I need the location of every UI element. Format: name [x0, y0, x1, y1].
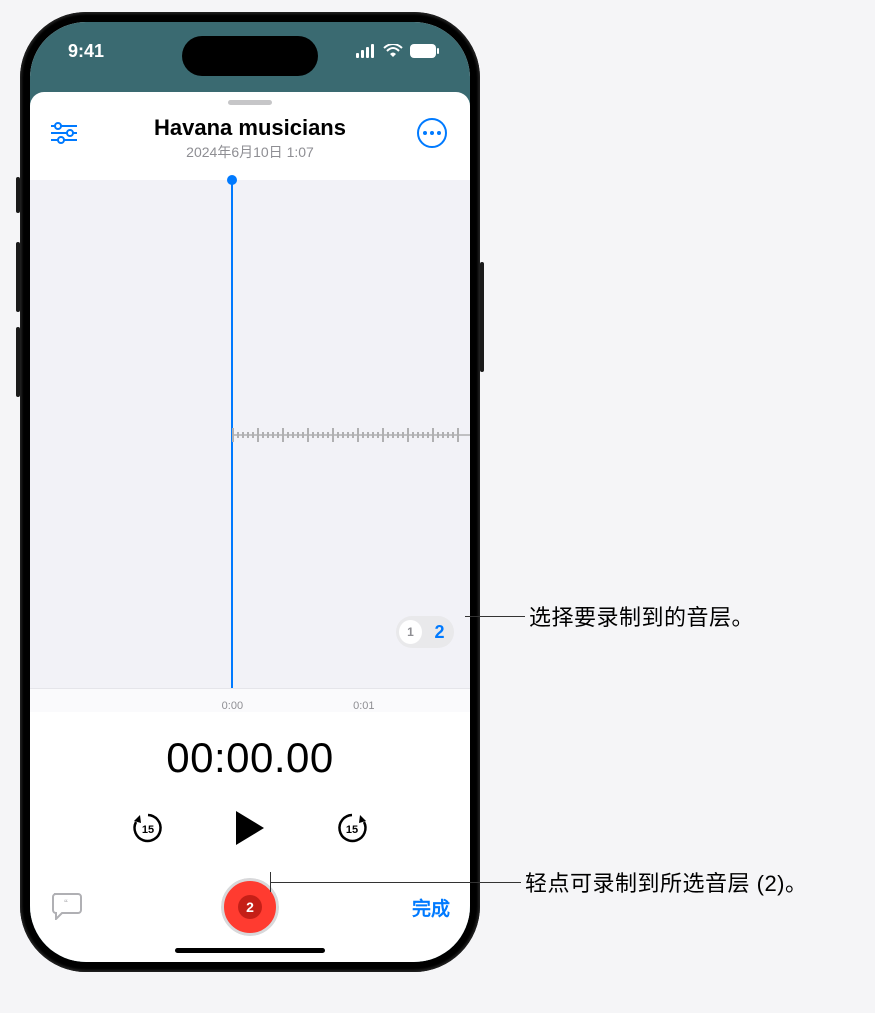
ellipsis-circle-icon — [417, 118, 447, 148]
current-time: 00:00.00 — [30, 734, 470, 782]
layer-switch[interactable]: 1 2 — [396, 616, 454, 648]
more-options-button[interactable] — [414, 115, 450, 151]
svg-text:15: 15 — [346, 824, 358, 836]
dynamic-island — [182, 36, 318, 76]
timeline-tick: 0:01 — [353, 700, 374, 712]
transcript-button[interactable]: “ — [50, 892, 86, 922]
callout-text: 选择要录制到的音层。 — [529, 600, 754, 632]
layer-option-2[interactable]: 2 — [428, 620, 451, 644]
skip-forward-icon: 15 — [333, 809, 371, 847]
speech-bubble-icon: “ — [50, 892, 82, 920]
timeline-tick: 0:00 — [222, 700, 243, 712]
play-button[interactable] — [228, 806, 272, 850]
callout-record-button: 轻点可录制到所选音层 (2)。 — [270, 866, 808, 898]
svg-text:15: 15 — [142, 824, 154, 836]
timeline-ruler: 0:00 0:01 0:0 — [30, 688, 470, 712]
callout-layer-switch: 选择要录制到的音层。 — [465, 600, 754, 632]
waveform-area[interactable]: /*noop*/ 1 2 — [30, 180, 470, 688]
side-button-volume-up — [16, 242, 20, 312]
record-layer-badge: 2 — [238, 895, 262, 919]
skip-forward-15-button[interactable]: 15 — [332, 808, 372, 848]
playback-controls: 00:00.00 15 — [30, 712, 470, 862]
side-button-volume-down — [16, 327, 20, 397]
cellular-icon — [356, 44, 376, 58]
playhead-handle[interactable] — [227, 175, 237, 185]
battery-icon — [410, 44, 440, 58]
status-time: 9:41 — [68, 41, 104, 62]
recording-title[interactable]: Havana musicians — [94, 115, 406, 141]
phone-screen: 9:41 — [30, 22, 470, 962]
voice-memo-sheet: Havana musicians 2024年6月10日 1:07 /*noop*… — [30, 92, 470, 962]
play-icon — [233, 809, 267, 847]
layer-option-1[interactable]: 1 — [399, 620, 422, 644]
skip-back-icon: 15 — [129, 809, 167, 847]
recording-header: Havana musicians 2024年6月10日 1:07 — [30, 105, 470, 166]
wifi-icon — [383, 44, 403, 58]
side-button-power — [480, 262, 484, 372]
iphone-frame: 9:41 — [20, 12, 480, 972]
skip-back-15-button[interactable]: 15 — [128, 808, 168, 848]
home-indicator[interactable] — [175, 948, 325, 953]
callout-text: 轻点可录制到所选音层 (2)。 — [525, 866, 808, 898]
side-button-silence — [16, 177, 20, 213]
recording-subtitle: 2024年6月10日 1:07 — [94, 142, 406, 162]
equalizer-button[interactable] — [46, 115, 82, 151]
waveform-preview: /*noop*/ — [232, 434, 470, 436]
sliders-icon — [51, 122, 77, 144]
svg-text:“: “ — [64, 898, 68, 910]
